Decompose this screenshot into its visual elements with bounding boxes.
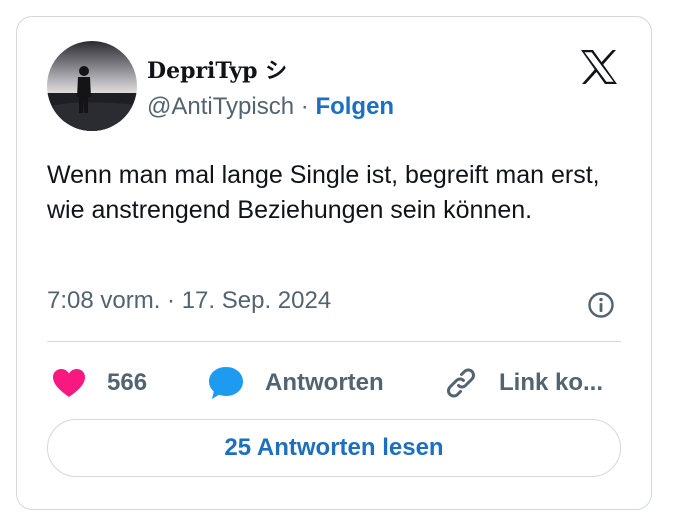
avatar[interactable] bbox=[47, 41, 137, 131]
reply-label: Antworten bbox=[265, 369, 384, 396]
reply-button[interactable]: Antworten bbox=[207, 363, 384, 403]
handle-row: @AntiTypisch · Folgen bbox=[147, 93, 394, 121]
separator-dot: · bbox=[300, 93, 309, 120]
divider bbox=[47, 341, 621, 342]
heart-icon bbox=[53, 369, 85, 397]
copy-link-button[interactable]: Link ko... bbox=[443, 363, 603, 403]
like-count: 566 bbox=[107, 369, 148, 396]
author-handle[interactable]: @AntiTypisch bbox=[147, 93, 294, 120]
tweet-card[interactable]: DepriTyp シ @AntiTypisch · Folgen Wenn ma… bbox=[16, 16, 652, 510]
link-icon bbox=[447, 368, 475, 398]
read-replies-button[interactable]: 25 Antworten lesen bbox=[47, 419, 621, 477]
info-icon[interactable] bbox=[587, 291, 615, 319]
like-button[interactable]: 566 bbox=[51, 363, 147, 403]
copy-link-label: Link ko... bbox=[499, 369, 604, 396]
tweet-timestamp[interactable]: 7:08 vorm. · 17. Sep. 2024 bbox=[47, 287, 331, 315]
x-logo-icon[interactable] bbox=[579, 49, 619, 85]
follow-button[interactable]: Folgen bbox=[315, 93, 394, 120]
author-name[interactable]: DepriTyp シ bbox=[147, 53, 287, 85]
speech-bubble-icon bbox=[209, 367, 243, 399]
tweet-text: Wenn man mal lange Single ist, begreift … bbox=[47, 161, 600, 224]
